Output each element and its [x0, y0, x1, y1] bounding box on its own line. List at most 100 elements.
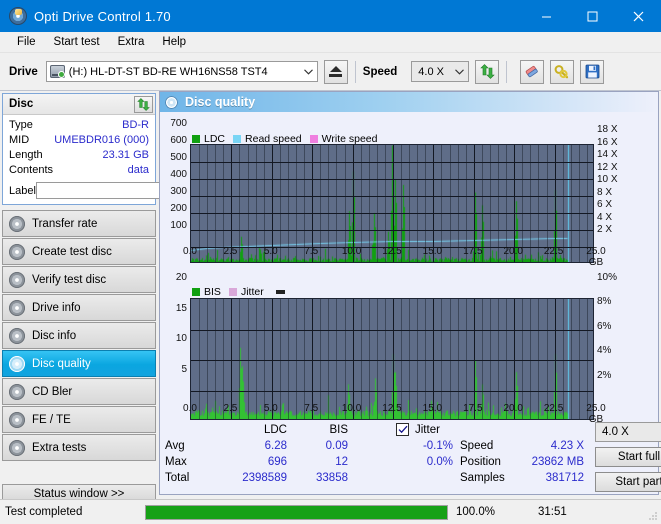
gridline-vertical	[547, 299, 548, 419]
axis-tick-label: 10%	[597, 272, 618, 283]
gridline-vertical	[450, 299, 451, 419]
gridline-horizontal	[191, 360, 593, 361]
sidebar-item-extra-tests[interactable]: Extra tests	[2, 434, 156, 461]
gridline-vertical	[409, 299, 410, 419]
axis-tick-label: 25.0 GB	[586, 403, 606, 425]
sidebar-item-fe-te[interactable]: FE / TE	[2, 406, 156, 433]
bis-plot-area[interactable]	[190, 298, 594, 420]
disc-refresh-button[interactable]	[134, 95, 153, 113]
menu-item-help[interactable]: Help	[153, 34, 195, 50]
sidebar-item-disc-info[interactable]: Disc info	[2, 322, 156, 349]
gridline-vertical	[231, 299, 232, 419]
axis-tick-label: 10.0	[341, 246, 362, 257]
menu-item-file[interactable]: File	[8, 34, 45, 50]
save-button[interactable]	[580, 59, 605, 84]
gridline-vertical	[256, 299, 257, 419]
sidebar-item-drive-info[interactable]: Drive info	[2, 294, 156, 321]
axis-tick-label: 10.0	[341, 403, 362, 414]
disc-info-rows: Type BD-R MID UMEBDR016 (000) Length 23.…	[3, 115, 237, 200]
legend-swatch-write-speed	[309, 135, 318, 143]
start-full-button[interactable]: Start full	[595, 447, 661, 467]
stats-header-bis: BIS	[329, 424, 348, 436]
axis-tick-label: 7.5	[304, 246, 319, 257]
legend-label-write-speed: Write speed	[321, 133, 378, 145]
eject-button[interactable]	[323, 59, 348, 84]
minimize-icon[interactable]	[523, 0, 569, 32]
axis-tick-label: 10 X	[597, 174, 618, 186]
axis-tick-label: 17.5	[463, 246, 483, 257]
sidebar-item-label: Extra tests	[32, 441, 87, 454]
disc-row-type-value: BD-R	[122, 119, 149, 131]
gridline-vertical	[579, 299, 580, 419]
gridline-vertical	[530, 299, 531, 419]
axis-tick-label: 200	[170, 203, 187, 214]
jitter-label: Jitter	[415, 424, 440, 436]
gridline-vertical	[393, 299, 394, 419]
axis-tick-label: 500	[170, 152, 187, 163]
disc-label-row: Label	[9, 181, 237, 200]
tools-button[interactable]	[550, 59, 575, 84]
gridline-vertical	[555, 299, 556, 419]
legend-label-jitter: Jitter	[240, 286, 264, 298]
menu-item-extra[interactable]: Extra	[109, 34, 154, 50]
stats-row-avg-bis: 0.09	[325, 440, 348, 452]
sidebar-item-transfer-rate[interactable]: Transfer rate	[2, 210, 156, 237]
toolbar: Drive (H:) HL-DT-ST BD-RE WH16NS58 TST4 …	[0, 53, 661, 91]
maximize-icon[interactable]	[569, 0, 615, 32]
sidebar-item-cd-bler[interactable]: CD Bler	[2, 378, 156, 405]
gridline-vertical	[458, 299, 459, 419]
gridline-vertical	[369, 299, 370, 419]
disc-icon	[9, 215, 25, 232]
app-disc-icon	[9, 7, 27, 25]
checkbox-box	[396, 423, 409, 436]
stats-row-total-ldc: 2398589	[242, 472, 287, 484]
axis-tick-label: 25.0 GB	[586, 246, 606, 268]
ldc-chart-legend: LDC Read speed Write speed	[192, 133, 382, 145]
refresh-button[interactable]	[475, 59, 500, 84]
sidebar-item-verify-test-disc[interactable]: Verify test disc	[2, 266, 156, 293]
drive-label: Drive	[9, 65, 38, 78]
eject-icon	[329, 66, 342, 72]
start-part-button[interactable]: Start part	[595, 472, 661, 492]
speed-select-stats[interactable]: 4.0 X	[595, 422, 661, 442]
jitter-checkbox[interactable]	[396, 423, 409, 436]
axis-tick-label: 2%	[597, 369, 612, 381]
gridline-vertical	[199, 299, 200, 419]
gridline-horizontal	[191, 162, 593, 163]
gridline-vertical	[498, 299, 499, 419]
speed-label: Speed	[362, 65, 398, 78]
left-panel: Disc Type BD-R MID UMEBDR016 (000) Lengt…	[0, 91, 237, 504]
gridline-vertical	[441, 299, 442, 419]
speed-row-label: Speed	[460, 440, 494, 452]
stats-row-avg-label: Avg	[165, 440, 185, 452]
sidebar-nav: Transfer rate Create test disc Verify te…	[2, 210, 156, 462]
disc-quality-icon	[165, 95, 178, 109]
stats-row-total-label: Total	[165, 472, 190, 484]
gridline-horizontal	[191, 230, 593, 231]
sidebar-item-label: Create test disc	[32, 245, 112, 258]
axis-tick-label: 6 X	[597, 199, 613, 211]
drive-select[interactable]: (H:) HL-DT-ST BD-RE WH16NS58 TST4	[45, 61, 318, 82]
erase-button[interactable]	[520, 59, 545, 84]
stats-row-max-label: Max	[165, 456, 187, 468]
menu-item-start-test[interactable]: Start test	[45, 34, 109, 50]
jitter-value-2: 0.0%	[426, 456, 453, 468]
resize-grip-icon[interactable]	[647, 510, 658, 521]
axis-tick-label: 22.5	[543, 403, 564, 414]
close-icon[interactable]	[615, 0, 661, 32]
gridline-horizontal	[191, 391, 593, 392]
sidebar-item-label: Transfer rate	[32, 217, 98, 230]
axis-tick-label: 7.5	[304, 403, 319, 414]
speed-select[interactable]: 4.0 X	[411, 61, 470, 82]
sidebar-item-disc-quality[interactable]: Disc quality	[2, 350, 156, 377]
legend-swatch-bis	[192, 288, 200, 296]
axis-tick-label: 300	[170, 186, 187, 197]
disc-row-length: Length 23.31 GB	[9, 148, 149, 163]
speed-select-value: 4.0 X	[418, 65, 444, 78]
sidebar-item-create-test-disc[interactable]: Create test disc	[2, 238, 156, 265]
gridline-vertical	[223, 299, 224, 419]
gridline-vertical	[336, 299, 337, 419]
disc-icon	[9, 271, 25, 288]
axis-tick-label: 0.0	[183, 403, 197, 414]
gridline-vertical	[312, 299, 313, 419]
